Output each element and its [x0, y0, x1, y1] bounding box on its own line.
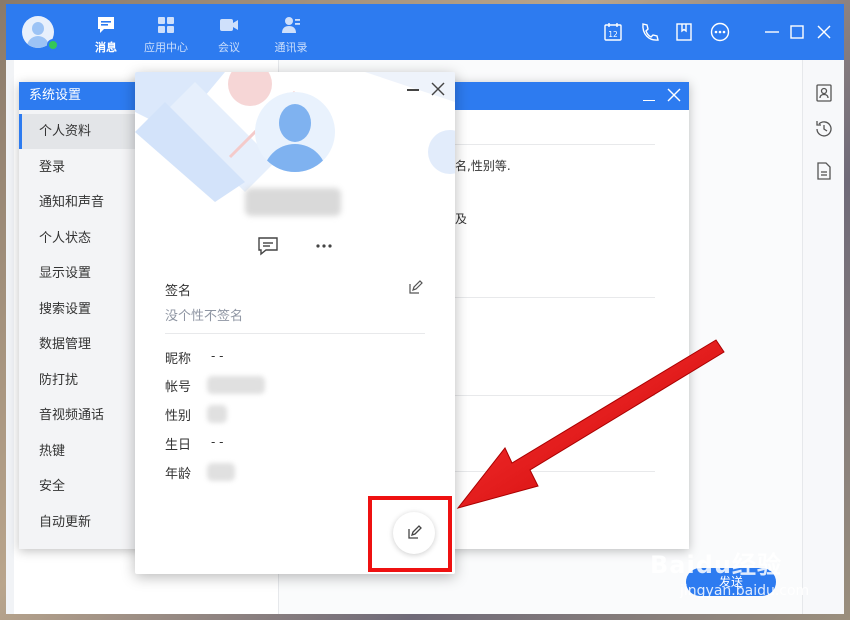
settings-close-icon[interactable]: [667, 88, 681, 102]
nickname-value: - -: [211, 349, 224, 363]
contact-card-icon[interactable]: [813, 82, 835, 104]
minimize-icon[interactable]: [761, 21, 783, 43]
maximize-icon[interactable]: [786, 21, 808, 43]
settings-title: 系统设置: [29, 88, 82, 103]
birthday-value: - -: [211, 435, 224, 449]
divider: [455, 297, 655, 298]
settings-menu-av-call[interactable]: 音视频通话: [19, 398, 135, 433]
calendar-day: 12: [608, 30, 618, 39]
tab-messages[interactable]: 消息: [76, 14, 136, 55]
phone-call-icon[interactable]: [638, 21, 660, 43]
divider: [165, 333, 425, 334]
tab-app-center-label: 应用中心: [144, 41, 188, 54]
divider: [455, 144, 655, 145]
age-value: age: [207, 463, 235, 481]
tab-contacts-label: 通讯录: [274, 41, 308, 54]
document-icon[interactable]: [813, 160, 835, 182]
contacts-icon: [282, 17, 300, 33]
more-options-icon[interactable]: [312, 234, 336, 258]
close-icon[interactable]: [813, 21, 835, 43]
nickname-label: 昵称: [165, 352, 192, 367]
account-value: account: [207, 376, 265, 394]
divider: [455, 471, 655, 472]
right-toolbar: [802, 60, 844, 614]
card-close-icon[interactable]: [431, 82, 445, 96]
bookmark-icon[interactable]: [673, 21, 695, 43]
settings-menu-display[interactable]: 显示设置: [19, 256, 135, 291]
settings-desc-text: 名,性别等.: [455, 159, 511, 173]
tab-meeting-label: 会议: [218, 41, 240, 54]
settings-menu-notifications[interactable]: 通知和声音: [19, 185, 135, 220]
chat-bubble-icon: [98, 17, 114, 33]
age-label: 年龄: [165, 467, 192, 482]
gender-label: 性别: [165, 409, 192, 424]
settings-menu-profile[interactable]: 个人资料: [19, 114, 135, 149]
watermark-url: jingyan.baidu.com: [680, 583, 810, 599]
history-icon[interactable]: [813, 118, 835, 140]
more-menu-icon[interactable]: [709, 21, 731, 43]
tab-contacts[interactable]: 通讯录: [261, 14, 321, 55]
profile-name: username: [245, 188, 341, 216]
card-minimize-icon[interactable]: [407, 89, 419, 91]
account-label: 帐号: [165, 380, 192, 395]
birthday-label: 生日: [165, 438, 192, 453]
divider: [455, 395, 655, 396]
profile-avatar[interactable]: [255, 92, 335, 172]
settings-menu-auto-update[interactable]: 自动更新: [19, 505, 135, 540]
watermark-brand: Baidu经验: [650, 551, 782, 579]
online-status-icon: [47, 39, 59, 51]
tab-messages-label: 消息: [95, 41, 117, 54]
top-bar: 消息 应用中心 会议 通讯录 12: [6, 4, 844, 60]
calendar-icon[interactable]: 12: [602, 21, 624, 43]
settings-menu-security[interactable]: 安全: [19, 469, 135, 504]
settings-content: 名,性别等. 及: [455, 110, 689, 549]
settings-menu-data[interactable]: 数据管理: [19, 327, 135, 362]
settings-menu-login[interactable]: 登录: [19, 150, 135, 185]
settings-menu-dnd[interactable]: 防打扰: [19, 363, 135, 398]
settings-menu: 个人资料 登录 通知和声音 个人状态 显示设置 搜索设置 数据管理 防打扰 音视…: [19, 110, 135, 549]
settings-minimize-icon[interactable]: [643, 89, 655, 101]
settings-menu-status[interactable]: 个人状态: [19, 221, 135, 256]
tab-meeting[interactable]: 会议: [199, 14, 259, 55]
signature-placeholder[interactable]: 没个性不签名: [165, 305, 243, 324]
settings-menu-hotkeys[interactable]: 热键: [19, 434, 135, 469]
gender-value: gender: [207, 405, 227, 423]
highlight-box: [368, 496, 452, 572]
video-camera-icon: [220, 19, 238, 31]
signature-label: 签名: [165, 284, 192, 299]
tab-app-center[interactable]: 应用中心: [136, 14, 196, 55]
settings-menu-search[interactable]: 搜索设置: [19, 292, 135, 327]
send-message-icon[interactable]: [256, 234, 280, 258]
left-panel: [6, 60, 14, 614]
apps-grid-icon: [158, 17, 174, 33]
edit-signature-icon[interactable]: [407, 280, 423, 296]
settings-desc-text-2: 及: [455, 212, 468, 226]
